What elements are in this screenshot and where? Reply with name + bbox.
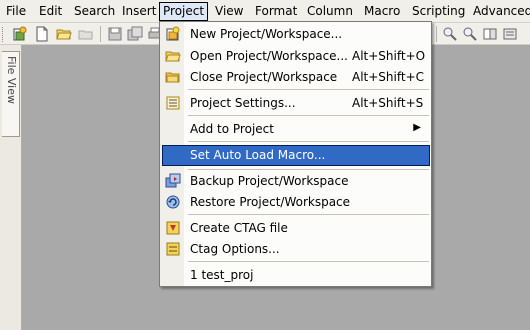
file-view-tab[interactable]: File View — [2, 51, 20, 137]
menu-edit[interactable]: Edit — [35, 2, 66, 21]
menu-view[interactable]: View — [211, 2, 247, 21]
menu-item-ctag-options[interactable]: Ctag Options... — [162, 239, 429, 259]
menu-separator — [188, 169, 429, 170]
save-icon[interactable] — [107, 26, 123, 42]
find-icon[interactable] — [442, 26, 458, 42]
menu-item-close-project[interactable]: Close Project/Workspace Alt+Shift+C — [162, 67, 429, 87]
new-project-icon[interactable] — [12, 26, 28, 42]
menu-scripting[interactable]: Scripting — [408, 2, 469, 21]
new-file-icon[interactable] — [34, 26, 50, 42]
menu-column[interactable]: Column — [303, 2, 357, 21]
menu-macro[interactable]: Macro — [360, 2, 404, 21]
menu-separator — [188, 261, 429, 262]
save-all-icon[interactable] — [127, 26, 143, 42]
open-project-icon — [165, 51, 181, 62]
menu-item-set-auto-load-macro[interactable]: Set Auto Load Macro... — [162, 145, 430, 166]
find-next-icon[interactable] — [462, 26, 478, 42]
menu-format[interactable]: Format — [251, 2, 301, 21]
menu-item-add-to-project[interactable]: Add to Project ▶ — [162, 119, 429, 139]
project-settings-icon — [166, 96, 180, 110]
file-view-panel: File View — [0, 45, 22, 330]
toolbar-separator — [100, 26, 101, 42]
menu-item-open-project[interactable]: Open Project/Workspace... Alt+Shift+O — [162, 46, 429, 66]
replace-icon[interactable] — [482, 26, 498, 42]
menu-separator — [188, 89, 429, 90]
menu-item-project-settings[interactable]: Project Settings... Alt+Shift+S — [162, 93, 429, 113]
submenu-arrow-icon: ▶ — [413, 122, 421, 133]
project-menu: New Project/Workspace... Open Project/Wo… — [159, 21, 432, 287]
menu-insert[interactable]: Insert — [118, 2, 160, 21]
ctag-options-icon — [166, 242, 180, 256]
menu-item-new-project[interactable]: New Project/Workspace... — [162, 24, 429, 44]
new-project-icon — [166, 26, 180, 41]
file-view-tab-label: File View — [5, 56, 18, 105]
menu-separator — [188, 214, 429, 215]
toolbar-grip[interactable] — [2, 27, 5, 42]
menu-search[interactable]: Search — [70, 2, 119, 21]
backup-icon — [165, 173, 181, 188]
menu-file[interactable]: File — [2, 2, 30, 21]
menu-item-backup-project[interactable]: Backup Project/Workspace — [162, 171, 429, 191]
menu-item-recent-project[interactable]: 1 test_proj — [162, 265, 429, 285]
menu-project[interactable]: Project — [159, 2, 209, 21]
restore-icon — [166, 195, 180, 209]
menu-item-create-ctag[interactable]: Create CTAG file — [162, 218, 429, 238]
menu-bar: File Edit Search Insert Project View For… — [0, 0, 530, 23]
menu-advanced[interactable]: Advanced — [469, 2, 530, 21]
menu-separator — [188, 141, 429, 142]
menu-item-restore-project[interactable]: Restore Project/Workspace — [162, 192, 429, 212]
close-project-icon — [165, 72, 180, 83]
open-folder-icon[interactable] — [56, 26, 72, 42]
toolbar-extra-icon[interactable] — [502, 26, 518, 42]
menu-separator — [188, 115, 429, 116]
open-disabled-icon — [78, 30, 93, 40]
ctag-icon — [166, 221, 180, 235]
toolbar-separator — [436, 26, 437, 42]
